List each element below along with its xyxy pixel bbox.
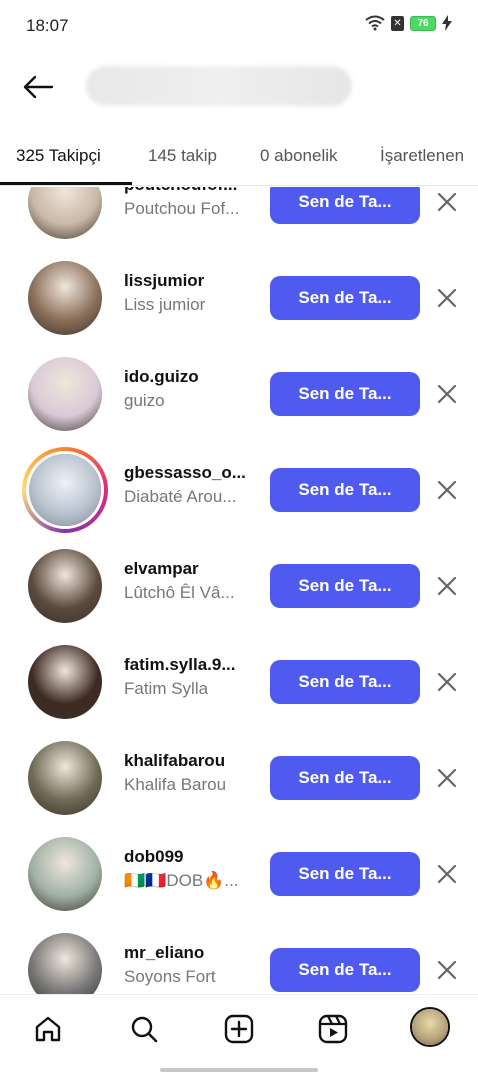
arrow-left-icon xyxy=(23,75,54,99)
tab-following[interactable]: 145 takip xyxy=(148,146,217,166)
avatar[interactable] xyxy=(28,261,102,335)
follow-back-button[interactable]: Sen de Ta... xyxy=(270,468,420,512)
follow-back-button[interactable]: Sen de Ta... xyxy=(270,852,420,896)
remove-follower-icon[interactable] xyxy=(434,477,460,503)
active-tab-indicator xyxy=(0,182,132,185)
back-button[interactable] xyxy=(18,70,58,104)
full-name: Lûtchô Êl Vâ... xyxy=(124,583,235,602)
avatar[interactable] xyxy=(22,447,108,533)
no-sim-icon: ✕ xyxy=(391,15,404,31)
avatar-photo xyxy=(28,933,102,994)
full-name: Poutchou Fof... xyxy=(124,199,240,218)
follow-back-button[interactable]: Sen de Ta... xyxy=(270,756,420,800)
full-name: Soyons Fort xyxy=(124,967,216,986)
list-item[interactable]: elvampar Lûtchô Êl Vâ... Sen de Ta... xyxy=(0,537,478,633)
status-time: 18:07 xyxy=(26,16,69,35)
username[interactable]: elvampar xyxy=(124,559,199,579)
remove-follower-icon[interactable] xyxy=(434,381,460,407)
full-name: 🇨🇮🇫🇷DOB🔥... xyxy=(124,871,239,890)
avatar[interactable] xyxy=(28,837,102,911)
avatar-photo xyxy=(28,741,102,815)
nav-search[interactable] xyxy=(124,1009,164,1049)
username[interactable]: poutchoufof... xyxy=(124,187,237,195)
remove-follower-icon[interactable] xyxy=(434,765,460,791)
avatar-photo xyxy=(28,261,102,335)
avatar-photo xyxy=(28,549,102,623)
home-indicator xyxy=(160,1068,318,1072)
avatar[interactable] xyxy=(28,741,102,815)
list-item[interactable]: mr_eliano Soyons Fort Sen de Ta... xyxy=(0,921,478,994)
follow-back-button[interactable]: Sen de Ta... xyxy=(270,276,420,320)
avatar-photo xyxy=(28,645,102,719)
follow-back-button[interactable]: Sen de Ta... xyxy=(270,948,420,992)
avatar[interactable] xyxy=(28,933,102,994)
avatar[interactable] xyxy=(28,357,102,431)
nav-create[interactable] xyxy=(219,1009,259,1049)
follow-back-button[interactable]: Sen de Ta... xyxy=(270,187,420,224)
remove-follower-icon[interactable] xyxy=(434,573,460,599)
nav-profile-avatar[interactable] xyxy=(410,1007,450,1047)
full-name: Diabaté Arou... xyxy=(124,487,237,506)
battery-icon: 76 xyxy=(410,15,436,31)
nav-reels[interactable] xyxy=(313,1009,353,1049)
avatar[interactable] xyxy=(28,187,102,239)
avatar-photo xyxy=(28,187,102,239)
follow-back-button[interactable]: Sen de Ta... xyxy=(270,372,420,416)
full-name: Fatim Sylla xyxy=(124,679,209,698)
remove-follower-icon[interactable] xyxy=(434,189,460,215)
follow-tabs: 325 Takipçi 145 takip 0 abonelik İşaretl… xyxy=(0,132,478,186)
list-item[interactable]: lissjumior Liss jumior Sen de Ta... xyxy=(0,249,478,345)
username[interactable]: gbessasso_o... xyxy=(124,463,246,483)
username[interactable]: mr_eliano xyxy=(124,943,204,963)
wifi-icon xyxy=(365,15,385,31)
nav-home[interactable] xyxy=(28,1009,68,1049)
list-item[interactable]: khalifabarou Khalifa Barou Sen de Ta... xyxy=(0,729,478,825)
list-item[interactable]: poutchoufof... Poutchou Fof... Sen de Ta..… xyxy=(0,187,478,249)
full-name: Liss jumior xyxy=(124,295,206,314)
followers-list: poutchoufof... Poutchou Fof... Sen de Ta..… xyxy=(0,187,478,994)
follow-back-button[interactable]: Sen de Ta... xyxy=(270,660,420,704)
avatar-photo xyxy=(28,357,102,431)
avatar[interactable] xyxy=(28,549,102,623)
list-item[interactable]: ido.guizo guizo Sen de Ta... xyxy=(0,345,478,441)
tab-tagged[interactable]: İşaretlenen xyxy=(380,146,464,166)
list-item[interactable]: gbessasso_o... Diabaté Arou... Sen de Ta..… xyxy=(0,441,478,537)
list-item[interactable]: fatim.sylla.9... Fatim Sylla Sen de Ta... xyxy=(0,633,478,729)
username[interactable]: lissjumior xyxy=(124,271,204,291)
full-name: guizo xyxy=(124,391,165,410)
remove-follower-icon[interactable] xyxy=(434,285,460,311)
username[interactable]: fatim.sylla.9... xyxy=(124,655,236,675)
remove-follower-icon[interactable] xyxy=(434,957,460,983)
follow-back-button[interactable]: Sen de Ta... xyxy=(270,564,420,608)
remove-follower-icon[interactable] xyxy=(434,861,460,887)
status-icons: ✕ 76 xyxy=(365,15,452,31)
tab-subscriptions[interactable]: 0 abonelik xyxy=(260,146,338,166)
charging-icon xyxy=(442,15,452,31)
create-icon xyxy=(224,1014,254,1044)
header xyxy=(0,52,478,122)
search-icon xyxy=(131,1016,158,1043)
username[interactable]: ido.guizo xyxy=(124,367,199,387)
status-bar: 18:07 ✕ 76 xyxy=(0,0,478,52)
username[interactable]: khalifabarou xyxy=(124,751,225,771)
avatar xyxy=(412,1009,448,1045)
avatar-photo xyxy=(28,837,102,911)
avatar[interactable] xyxy=(28,645,102,719)
blurred-profile-name xyxy=(86,66,352,106)
list-item[interactable]: dob099 🇨🇮🇫🇷DOB🔥... Sen de Ta... xyxy=(0,825,478,921)
remove-follower-icon[interactable] xyxy=(434,669,460,695)
tab-followers[interactable]: 325 Takipçi xyxy=(16,146,101,166)
full-name: Khalifa Barou xyxy=(124,775,227,794)
avatar-photo xyxy=(29,454,101,526)
reels-icon xyxy=(318,1014,348,1044)
home-icon xyxy=(35,1016,61,1042)
username[interactable]: dob099 xyxy=(124,847,184,867)
